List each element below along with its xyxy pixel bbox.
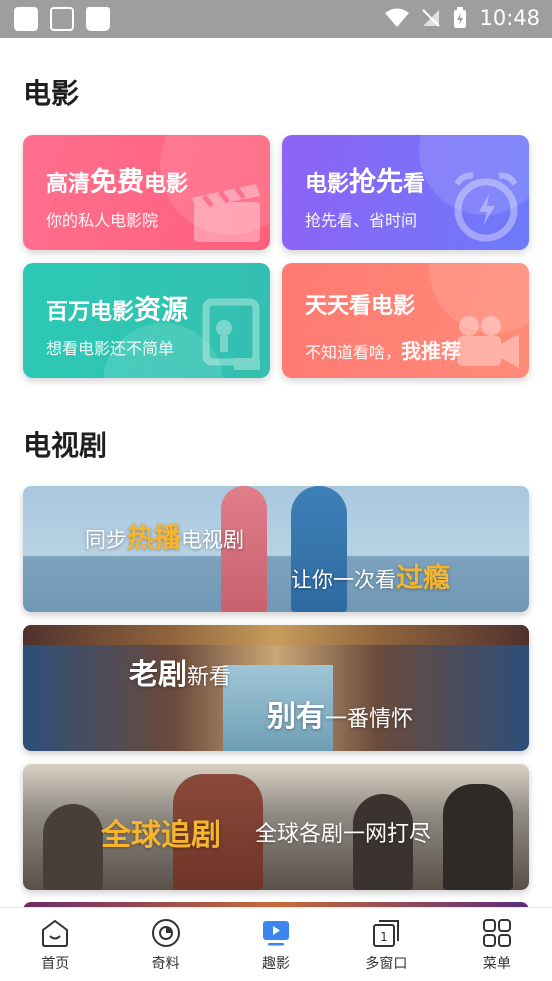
- banner-highlight: 热播: [127, 523, 181, 554]
- card-subtitle: 不知道看啥，: [305, 343, 402, 362]
- nav-windows[interactable]: 1 多窗口: [331, 908, 441, 981]
- grid-menu-icon: [482, 919, 511, 947]
- alarm-clock-icon: [454, 172, 518, 242]
- banner-text: 让你一次看: [291, 568, 396, 592]
- tv-section-title: 电视剧: [23, 429, 108, 462]
- status-time: 10:48: [479, 6, 540, 30]
- eye-icon: [151, 919, 180, 947]
- card-subtitle: 想看电影还不简单: [46, 339, 175, 358]
- app-notification-icon: [14, 7, 38, 31]
- banner-text: 同步: [85, 528, 127, 552]
- card-title-part: 电影: [144, 172, 189, 197]
- nav-discover[interactable]: 奇料: [110, 908, 220, 981]
- daily-movie-recommend-card[interactable]: 天天看电影 不知道看啥，我推荐: [282, 263, 529, 378]
- card-title-part: 看: [403, 172, 426, 197]
- banner-text: 一番情怀: [325, 707, 414, 732]
- image-notification-icon: [50, 7, 74, 31]
- banner-highlight: 老剧: [129, 657, 188, 691]
- banner-highlight: 全球追剧: [101, 818, 221, 853]
- banner-figure: [443, 784, 513, 890]
- million-movie-resources-card[interactable]: 百万电影资源 想看电影还不简单: [23, 263, 270, 378]
- card-title-part: 高清: [46, 172, 91, 197]
- nav-label: 奇料: [151, 956, 180, 972]
- card-title-part: 百万电影: [46, 300, 135, 325]
- card-subtitle: 你的私人电影院: [46, 211, 159, 230]
- banner-text: 电视剧: [181, 528, 244, 552]
- classic-tv-series-banner[interactable]: 老剧新看 别有一番情怀: [23, 625, 529, 751]
- banner-highlight: 别有: [267, 699, 326, 733]
- card-title-emphasis: 抢先: [349, 167, 404, 198]
- video-play-icon: [263, 921, 290, 946]
- windows-icon: 1: [373, 920, 400, 947]
- nav-menu[interactable]: 菜单: [442, 908, 552, 981]
- status-bar: 10:48: [0, 0, 552, 38]
- home-icon: [42, 919, 69, 947]
- card-subtitle: 抢先看、省时间: [305, 211, 418, 230]
- global-tv-series-banner[interactable]: 全球追剧 全球各剧一网打尽: [23, 764, 529, 890]
- film-doc-icon: [202, 298, 260, 370]
- nav-label: 多窗口: [365, 956, 408, 972]
- card-title-part: 天天看电影: [305, 294, 416, 319]
- banner-text: 新看: [187, 665, 232, 690]
- nav-video[interactable]: 趣影: [221, 908, 331, 981]
- banner-figure: [43, 804, 103, 890]
- banner-text: 全球各剧一网打尽: [255, 822, 432, 847]
- nav-label: 首页: [41, 956, 70, 972]
- battery-charging-icon: [454, 7, 467, 28]
- card-title-part: 电影: [305, 172, 350, 197]
- no-signal-icon: [422, 9, 441, 27]
- bottom-nav: 首页 奇料 趣影 1 多窗口 菜单: [0, 907, 552, 981]
- banner-highlight: 过瘾: [396, 563, 450, 594]
- free-hd-movie-card[interactable]: 高清免费电影 你的私人电影院: [23, 135, 270, 250]
- early-access-movie-card[interactable]: 电影抢先看 抢先看、省时间: [282, 135, 529, 250]
- nav-label: 菜单: [482, 956, 511, 972]
- card-title-emphasis: 资源: [134, 295, 189, 326]
- shopping-bag-icon: [86, 7, 110, 31]
- nav-label: 趣影: [262, 956, 291, 972]
- movies-section-title: 电影: [23, 77, 80, 110]
- card-title-emphasis: 免费: [90, 167, 145, 198]
- nav-home[interactable]: 首页: [0, 908, 110, 981]
- window-count: 1: [381, 930, 389, 944]
- hot-tv-series-banner[interactable]: 同步热播电视剧 让你一次看过瘾: [23, 486, 529, 612]
- wifi-icon: [385, 8, 410, 27]
- projector-icon: [457, 316, 519, 368]
- clapperboard-icon: [192, 184, 260, 242]
